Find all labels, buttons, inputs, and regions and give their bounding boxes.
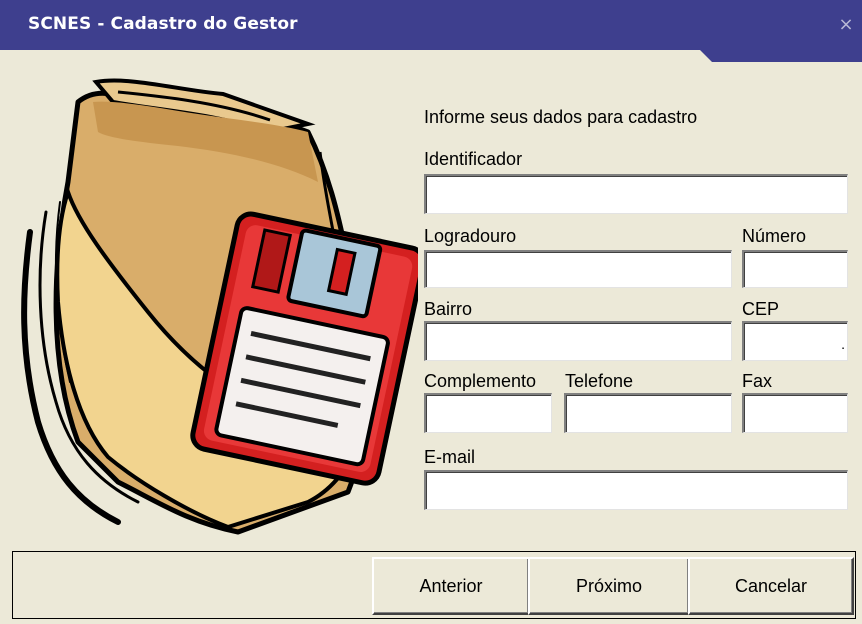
identificador-field[interactable] bbox=[424, 174, 848, 214]
complemento-field[interactable] bbox=[424, 393, 552, 433]
cep-field[interactable]: . bbox=[742, 321, 848, 361]
numero-label: Número bbox=[742, 226, 807, 246]
identificador-label: Identificador bbox=[424, 149, 523, 169]
cep-mask-char: . bbox=[841, 336, 845, 352]
close-icon[interactable]: × bbox=[836, 15, 856, 35]
title-bar[interactable]: SCNES - Cadastro do Gestor × bbox=[0, 0, 862, 62]
bairro-field[interactable] bbox=[424, 321, 732, 361]
cep-label: CEP bbox=[742, 299, 780, 319]
email-label: E-mail bbox=[424, 447, 476, 467]
dialog-window: SCNES - Cadastro do Gestor × Informe seu… bbox=[0, 0, 862, 624]
telefone-field[interactable] bbox=[564, 393, 732, 433]
cancelar-button[interactable]: Cancelar bbox=[688, 557, 854, 615]
bairro-label: Bairro bbox=[424, 299, 473, 319]
fax-label: Fax bbox=[742, 371, 773, 391]
fax-field[interactable] bbox=[742, 393, 848, 433]
form-heading: Informe seus dados para cadastro bbox=[424, 107, 698, 127]
window-title: SCNES - Cadastro do Gestor bbox=[28, 14, 298, 34]
numero-field[interactable] bbox=[742, 250, 848, 288]
anterior-button[interactable]: Anterior bbox=[372, 557, 530, 615]
email-field[interactable] bbox=[424, 470, 848, 510]
logradouro-label: Logradouro bbox=[424, 226, 517, 246]
complemento-label: Complemento bbox=[424, 371, 537, 391]
folder-floppy-illustration bbox=[21, 78, 418, 535]
telefone-label: Telefone bbox=[565, 371, 634, 391]
proximo-button[interactable]: Próximo bbox=[528, 557, 690, 615]
logradouro-field[interactable] bbox=[424, 250, 732, 288]
